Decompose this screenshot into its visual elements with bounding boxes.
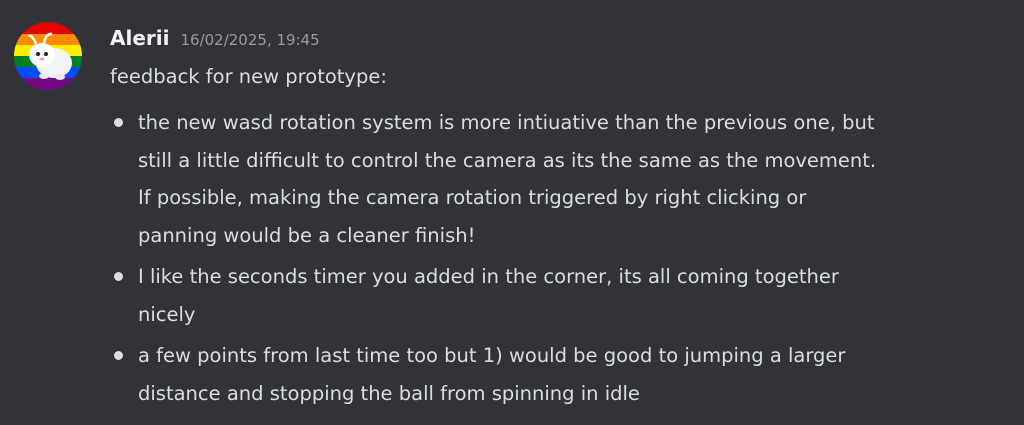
username[interactable]: Alerii [110,26,169,50]
bullet-dot-icon [114,351,123,360]
list-item-line: I like the seconds timer you added in th… [138,265,839,288]
chat-message: Alerii 16/02/2025, 19:45 feedback for ne… [0,0,1024,425]
timestamp: 16/02/2025, 19:45 [180,31,320,49]
list-item-line: panning would be a cleaner finish! [138,223,476,247]
avatar[interactable] [14,22,82,90]
list-item-line: a few points from last time too but 1) w… [138,344,846,367]
list-item-line: nicely [138,302,196,326]
list-item-line: the new wasd rotation system is more int… [138,111,875,134]
list-item: the new wasd rotation system is more int… [110,104,1015,254]
bullet-list: the new wasd rotation system is more int… [110,104,1015,416]
bullet-dot-icon [114,118,123,127]
list-item-line: If possible, making the camera rotation … [138,186,807,209]
list-item: a few points from last time too but 1) w… [110,337,1015,412]
list-item: I like the seconds timer you added in th… [110,258,1015,333]
message-header: Alerii 16/02/2025, 19:45 [110,26,320,58]
message-intro: feedback for new prototype: [110,65,387,88]
bullet-dot-icon [114,272,123,281]
list-item-line: still a little difficult to control the … [138,148,877,172]
list-item-line: distance and stopping the ball from spin… [138,381,640,405]
avatar-image [14,22,82,90]
